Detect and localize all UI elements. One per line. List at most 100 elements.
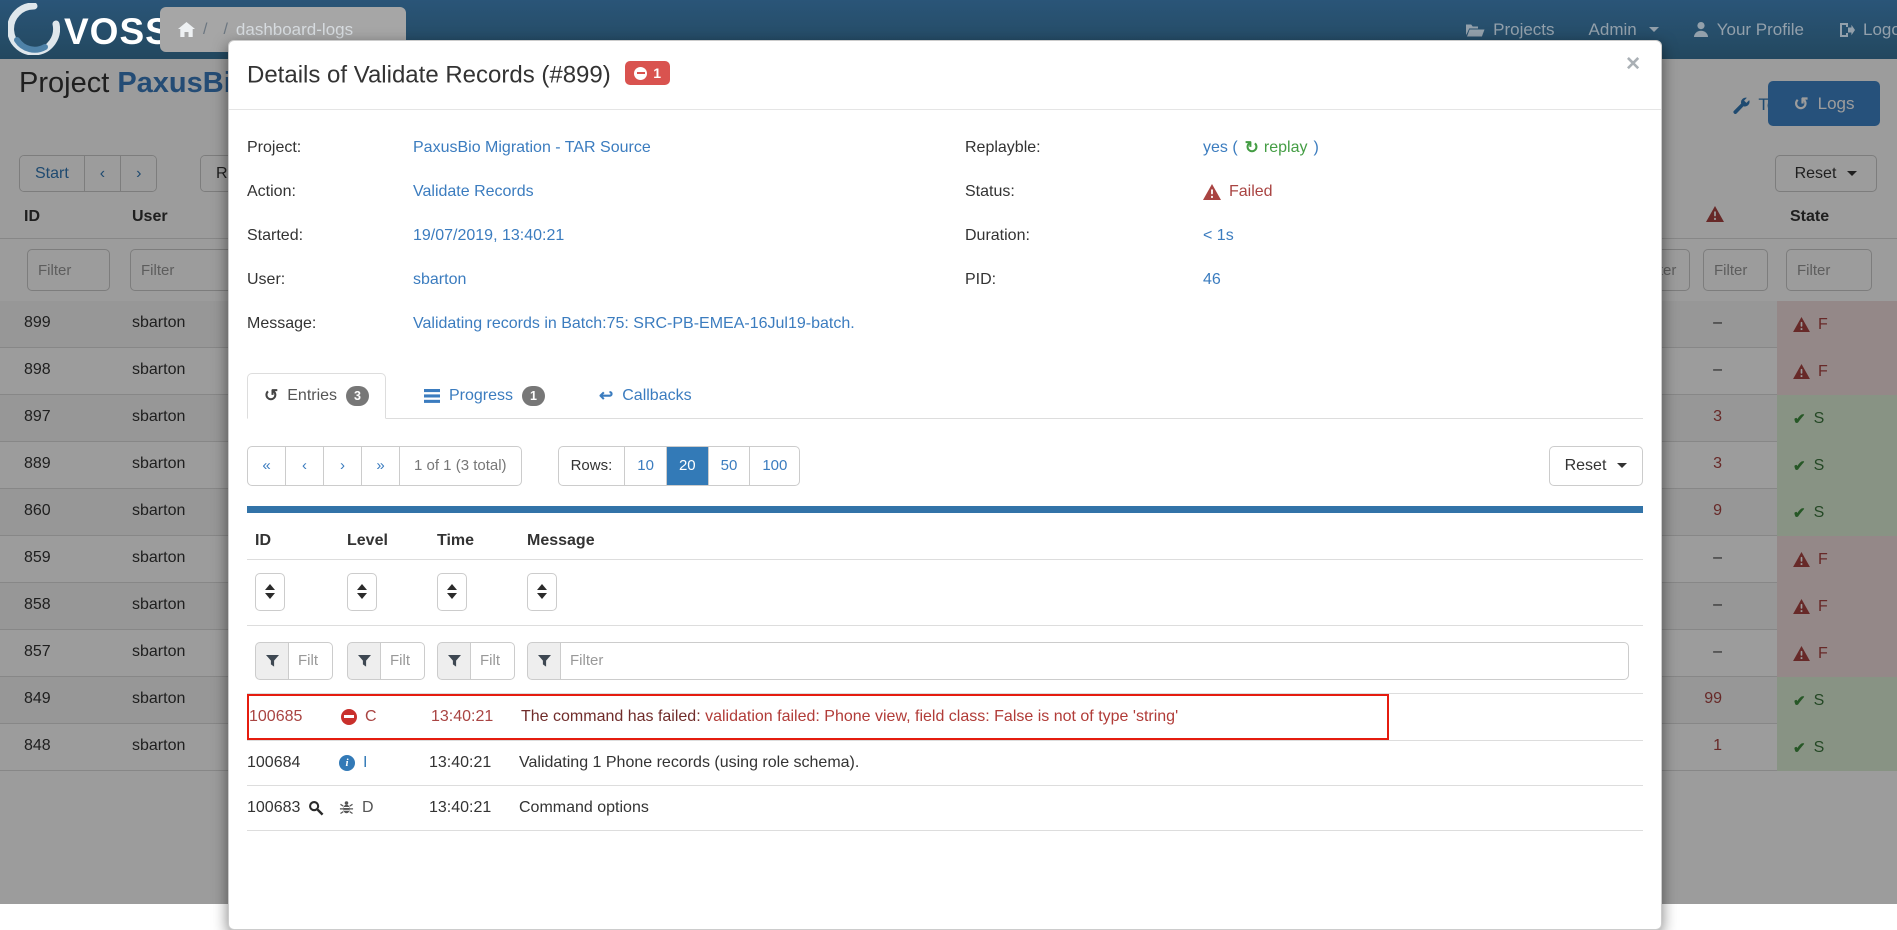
log-entry-row[interactable]: 100683 D 13:40:21 Command options [247,785,1643,831]
tab-progress[interactable]: Progress 1 [408,373,561,419]
ban-icon [341,709,357,725]
prev-page-button[interactable]: ‹ [286,447,324,485]
column-header-level: Level [347,532,437,550]
last-page-button[interactable]: » [362,447,400,485]
page-summary: 1 of 1 (3 total) [400,447,521,485]
action-link[interactable]: Validate Records [413,183,534,201]
filter-input-time[interactable] [470,642,515,680]
info-icon: i [339,755,355,771]
tab-entries[interactable]: ↺ Entries 3 [247,373,386,419]
funnel-icon [437,642,470,680]
rows-per-page-group: Rows: 10 20 50 100 [558,446,801,486]
started-link[interactable]: 19/07/2019, 13:40:21 [413,227,564,245]
cell-level: D [339,799,429,817]
field-label: Replayble: [965,139,1203,157]
nav-your-profile[interactable]: Your Profile [1693,20,1804,40]
cell-time: 13:40:21 [431,708,521,726]
entries-pagination: « ‹ › » 1 of 1 (3 total) Rows: 10 20 50 … [247,446,1643,486]
cell-time: 13:40:21 [429,799,519,817]
refresh-icon: ↻ [1245,138,1259,158]
entries-filter-row [247,626,1643,694]
column-header-time: Time [437,532,527,550]
cell-message: Validating 1 Phone records (using role s… [519,754,1643,772]
rows-label: Rows: [559,447,626,485]
filter-input-message[interactable] [560,642,1629,680]
chevron-down-icon [1617,463,1627,468]
cell-message: The command has failed: validation faile… [521,708,1387,726]
level-letter: D [362,799,374,817]
sort-button-message[interactable] [527,573,557,611]
cell-level: C [341,708,431,726]
voss-logo[interactable]: VOSS [8,3,171,60]
modal-title: Details of Validate Records (#899) [247,62,611,89]
rows-option-100[interactable]: 100 [750,447,799,485]
close-icon[interactable]: ✕ [1625,53,1641,76]
message-segment: validation failed: Phone view, field cla… [705,708,1178,725]
progress-count-badge: 1 [522,386,545,406]
error-count-badge: 1 [625,61,670,85]
nav-admin[interactable]: Admin [1589,20,1659,40]
detail-fields: Project:PaxusBio Migration - TAR Source … [247,126,1643,346]
user-link[interactable]: sbarton [413,271,466,289]
tab-callbacks[interactable]: ↩ Callbacks [583,373,708,419]
next-page-button[interactable]: › [324,447,362,485]
chevron-down-icon [1649,27,1659,32]
voss-logo-icon [8,3,60,60]
first-page-button[interactable]: « [248,447,286,485]
rows-option-10[interactable]: 10 [625,447,667,485]
filter-input-id[interactable] [288,642,333,680]
column-header-message: Message [527,532,1635,550]
field-label: User: [247,271,413,289]
user-icon [1693,21,1709,38]
rows-option-20[interactable]: 20 [667,447,709,485]
rows-option-50[interactable]: 50 [709,447,751,485]
modal-tabs: ↺ Entries 3 Progress 1 ↩ Callbacks [247,373,1643,419]
field-label: Started: [247,227,413,245]
project-link[interactable]: PaxusBio Migration - TAR Source [413,139,651,157]
replay-link[interactable]: replay [1264,139,1308,157]
nav-logout[interactable]: Logout [1838,20,1897,40]
search-icon[interactable] [308,800,324,816]
nav-projects[interactable]: Projects [1465,20,1554,40]
funnel-icon [255,642,288,680]
column-header-id: ID [255,532,347,550]
minus-circle-icon [634,67,647,80]
duration-value: < 1s [1203,227,1234,245]
folder-open-icon [1465,22,1485,38]
entries-table-header: ID Level Time Message [247,513,1643,560]
sign-out-icon [1838,22,1855,38]
home-icon[interactable] [178,22,195,37]
entries-sort-row [247,560,1643,626]
field-label: Duration: [965,227,1203,245]
cell-id: 100685 [249,708,341,726]
breadcrumb-separator: / [203,21,207,39]
cell-time: 13:40:21 [429,754,519,772]
tasks-icon [424,389,440,403]
breadcrumb-separator: / [223,21,227,39]
sort-button-id[interactable] [255,573,285,611]
pid-value: 46 [1203,271,1221,289]
field-label: Message: [247,315,413,333]
entries-table-rows: 100685 C 13:40:21 The command has failed… [247,694,1643,831]
modal-header: Details of Validate Records (#899) 1 ✕ [229,41,1661,110]
message-segment: Validating 1 Phone records (using role s… [519,754,859,771]
filter-input-level[interactable] [380,642,425,680]
breadcrumb-current[interactable]: dashboard-logs [236,20,353,40]
message-segment: The command has failed: [521,708,705,725]
sort-button-level[interactable] [347,573,377,611]
bug-icon [339,800,354,815]
entries-count-badge: 3 [346,386,369,406]
warning-icon [1203,184,1221,200]
log-entry-row[interactable]: 100685 C 13:40:21 The command has failed… [247,694,1389,740]
field-label: Project: [247,139,413,157]
message-link[interactable]: Validating records in Batch:75: SRC-PB-E… [413,315,855,333]
log-entry-row[interactable]: 100684 iI 13:40:21 Validating 1 Phone re… [247,740,1643,785]
reset-button-modal[interactable]: Reset [1549,446,1643,486]
cell-level: iI [339,754,429,772]
replayable-value: yes ( [1203,139,1238,157]
level-letter: I [363,754,367,772]
cell-id: 100684 [247,754,339,772]
brand-title: VOSS [64,11,171,53]
level-letter: C [365,708,377,726]
sort-button-time[interactable] [437,573,467,611]
